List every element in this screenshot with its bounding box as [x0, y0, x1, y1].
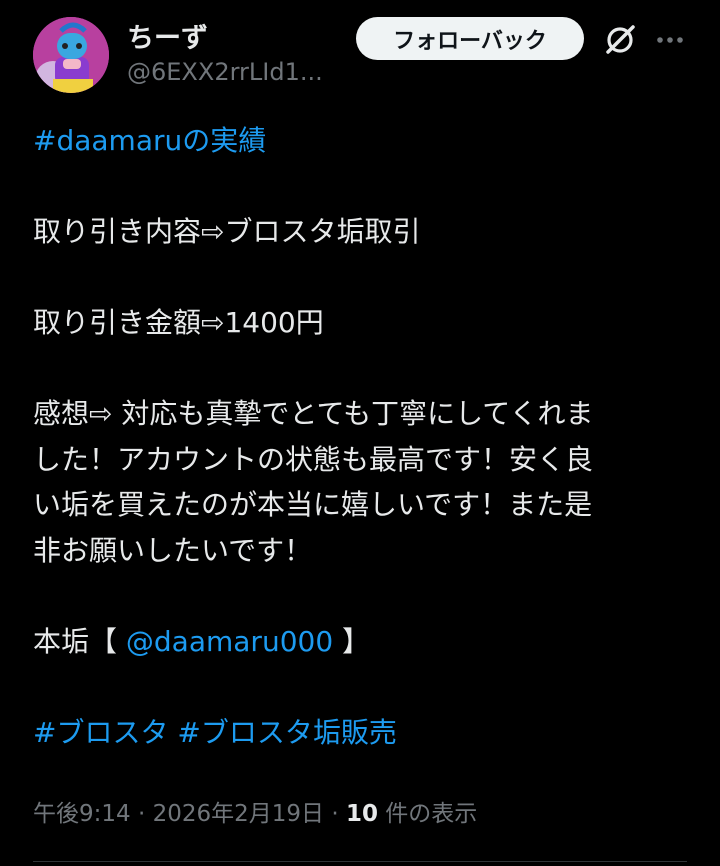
deal-line: 取り引き内容⇨ブロスタ垢取引 — [33, 215, 421, 248]
amount-line: 取り引き金額⇨1400円 — [33, 306, 324, 339]
tweet-header: ちーず @6EXX2rrLId1... フォローバック — [0, 0, 720, 100]
hashtag-link[interactable]: #daamaruの実績 — [33, 124, 266, 157]
hashtag-link[interactable]: #ブロスタ垢販売 — [177, 716, 396, 749]
tweet-text: #daamaruの実績 取り引き内容⇨ブロスタ垢取引 取り引き金額⇨1400円 … — [33, 118, 693, 755]
impression-line: 非お願いしたいです！ — [33, 533, 313, 567]
view-count: 10 — [345, 801, 378, 827]
impression-line: い垢を買えたのが本当に嬉しいです！また是 — [33, 488, 593, 521]
avatar[interactable] — [33, 17, 109, 93]
divider — [33, 861, 687, 862]
grok-icon[interactable] — [602, 22, 638, 58]
hashtags-line: #ブロスタ #ブロスタ垢販売 — [33, 710, 693, 756]
view-label: 件の表示 — [377, 801, 478, 827]
tweet-meta: 午後9:14 · 2026年2月19日 · 10 件の表示 — [33, 794, 477, 828]
meta-separator: · — [324, 801, 346, 827]
display-name[interactable]: ちーず — [127, 16, 208, 55]
impression-line: した！アカウントの状態も最高です！安く良 — [33, 442, 594, 476]
more-icon[interactable] — [652, 22, 692, 58]
mention-link[interactable]: @daamaru000 — [126, 625, 333, 658]
main-account-line: 本垢【 @daamaru000 】 — [33, 619, 693, 665]
avatar-image — [33, 17, 109, 93]
follow-back-button[interactable]: フォローバック — [356, 17, 584, 60]
main-account-suffix: 】 — [333, 624, 371, 658]
impression-line: 感想⇨ 対応も真摯でとても丁寧にしてくれま — [33, 397, 594, 430]
post-time[interactable]: 午後9:14 — [33, 801, 131, 827]
user-handle[interactable]: @6EXX2rrLId1... — [127, 58, 323, 86]
hashtag-link[interactable]: #ブロスタ — [33, 716, 168, 749]
post-date[interactable]: 2026年2月19日 — [153, 801, 324, 827]
meta-separator: · — [130, 801, 153, 827]
main-account-prefix: 本垢【 — [33, 624, 126, 658]
